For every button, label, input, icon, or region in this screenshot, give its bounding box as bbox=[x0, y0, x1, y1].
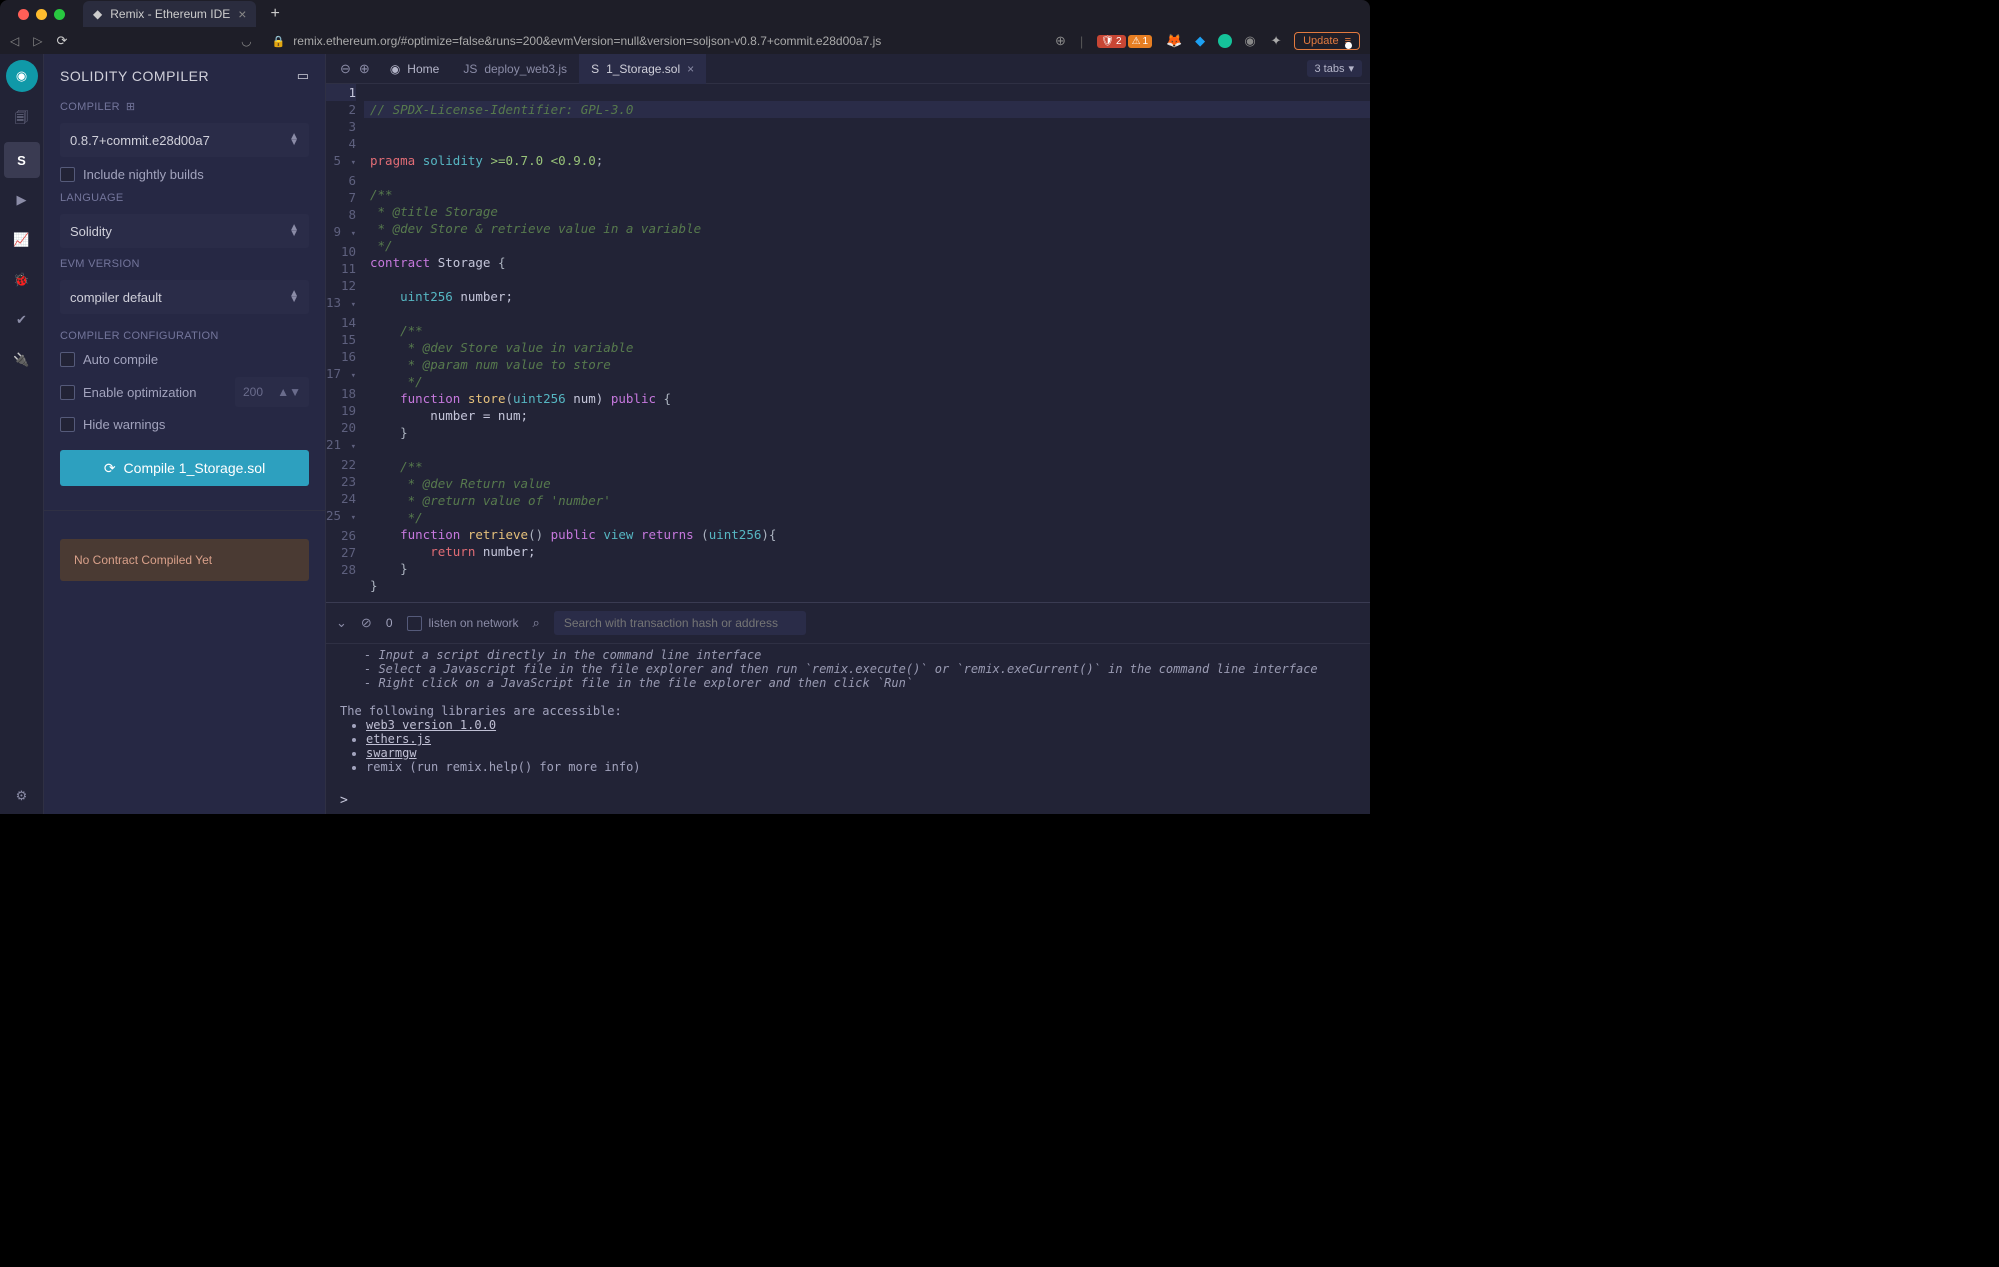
evm-label: EVM VERSION bbox=[60, 258, 309, 270]
grammarly-icon[interactable] bbox=[1218, 34, 1232, 48]
plugin-icon[interactable]: 🔌 bbox=[4, 342, 40, 378]
settings-icon[interactable]: ⚙ bbox=[4, 778, 40, 814]
terminal-toolbar: ⌄ ⊘ 0 listen on network ⌕ bbox=[326, 603, 1370, 644]
browser-tab[interactable]: ◆ Remix - Ethereum IDE × bbox=[83, 1, 256, 27]
terminal: ⌄ ⊘ 0 listen on network ⌕ - Input a scri… bbox=[326, 602, 1370, 814]
panel-title: SOLIDITY COMPILER bbox=[60, 68, 209, 84]
autocompile-checkbox[interactable]: Auto compile bbox=[60, 352, 309, 367]
editor-tabs: ⊖ ⊕ ◉ Home JS deploy_web3.js S 1_Storage… bbox=[326, 54, 1370, 84]
address-bar[interactable]: ◡ 🔒 remix.ethereum.org/#optimize=false&r… bbox=[81, 34, 1041, 48]
language-label: LANGUAGE bbox=[60, 192, 309, 204]
close-window[interactable] bbox=[18, 9, 29, 20]
ethers-link[interactable]: ethers.js bbox=[366, 732, 431, 746]
remix-logo[interactable]: ◉ bbox=[6, 60, 38, 92]
new-tab-button[interactable]: + bbox=[270, 5, 279, 23]
maximize-window[interactable] bbox=[54, 9, 65, 20]
compiler-icon[interactable]: S bbox=[4, 142, 40, 178]
config-label: COMPILER CONFIGURATION bbox=[60, 330, 309, 342]
js-icon: JS bbox=[463, 62, 477, 76]
shield-badges[interactable]: 🛡2 ⚠1 bbox=[1097, 35, 1152, 48]
lock-icon: 🔒 bbox=[272, 35, 286, 48]
terminal-search[interactable] bbox=[554, 611, 806, 635]
docs-icon[interactable]: ▭ bbox=[297, 68, 309, 84]
back-button[interactable]: ◁ bbox=[10, 34, 19, 48]
swarmgw-link[interactable]: swarmgw bbox=[366, 746, 417, 760]
refresh-icon: ⟳ bbox=[104, 460, 116, 477]
compiler-select[interactable]: 0.8.7+commit.e28d00a7 ▲▼ bbox=[60, 123, 309, 157]
address-bar-row: ◁ ▷ ⟳ ◡ 🔒 remix.ethereum.org/#optimize=f… bbox=[0, 28, 1370, 54]
tab-bar: ◆ Remix - Ethereum IDE × + bbox=[0, 0, 1370, 28]
sol-icon: S bbox=[591, 62, 599, 76]
ext-icon-2[interactable]: ◉ bbox=[1242, 33, 1258, 49]
line-gutter: 12345 ▾6789 ▾10111213 ▾14151617 ▾1819202… bbox=[326, 84, 364, 602]
storage-tab[interactable]: S 1_Storage.sol × bbox=[579, 54, 706, 84]
icon-rail: ◉ 🗐 S ▶ 📈 🐞 ✔ 🔌 ⚙ bbox=[0, 54, 44, 814]
listen-checkbox[interactable]: listen on network bbox=[407, 616, 519, 631]
web3-link[interactable]: web3 version 1.0.0 bbox=[366, 718, 496, 732]
browser-chrome: ◆ Remix - Ethereum IDE × + ◁ ▷ ⟳ ◡ 🔒 rem… bbox=[0, 0, 1370, 54]
close-tab-icon[interactable]: × bbox=[687, 62, 694, 76]
compiler-panel: SOLIDITY COMPILER ▭ COMPILER⊞ 0.8.7+comm… bbox=[44, 54, 326, 814]
home-tab[interactable]: ◉ Home bbox=[378, 54, 452, 84]
pending-count: 0 bbox=[386, 616, 393, 630]
bookmark-icon[interactable]: ◡ bbox=[241, 34, 251, 48]
tab-title: Remix - Ethereum IDE bbox=[110, 7, 230, 21]
home-icon: ◉ bbox=[390, 62, 400, 76]
collapse-icon[interactable]: ⌄ bbox=[336, 615, 347, 631]
deploy-tab[interactable]: JS deploy_web3.js bbox=[451, 54, 579, 84]
url-text: remix.ethereum.org/#optimize=false&runs=… bbox=[293, 34, 881, 48]
chevron-down-icon: ▾ bbox=[1348, 62, 1354, 75]
metamask-icon[interactable]: 🦊 bbox=[1166, 33, 1182, 49]
window-controls bbox=[10, 9, 73, 20]
ext-icon[interactable]: ◆ bbox=[1192, 33, 1208, 49]
zoom-out-icon[interactable]: ⊖ bbox=[340, 61, 351, 77]
reload-button[interactable]: ⟳ bbox=[56, 33, 67, 49]
terminal-output: - Input a script directly in the command… bbox=[326, 644, 1370, 787]
minimize-window[interactable] bbox=[36, 9, 47, 20]
optimization-checkbox[interactable]: Enable optimization 200 ▲▼ bbox=[60, 377, 309, 407]
code-content[interactable]: // SPDX-License-Identifier: GPL-3.0 prag… bbox=[364, 84, 1370, 602]
compiler-label: COMPILER⊞ bbox=[60, 100, 309, 113]
code-editor[interactable]: 12345 ▾6789 ▾10111213 ▾14151617 ▾1819202… bbox=[326, 84, 1370, 602]
analysis-icon[interactable]: 📈 bbox=[4, 222, 40, 258]
zoom-icon[interactable]: ⊕ bbox=[1055, 33, 1066, 49]
evm-select[interactable]: compiler default ▲▼ bbox=[60, 280, 309, 314]
deploy-icon[interactable]: ▶ bbox=[4, 182, 40, 218]
info-icon[interactable]: ⊞ bbox=[126, 100, 136, 113]
zoom-in-icon[interactable]: ⊕ bbox=[359, 61, 370, 77]
nightly-checkbox[interactable]: Include nightly builds bbox=[60, 167, 309, 182]
search-icon[interactable]: ⌕ bbox=[533, 615, 540, 631]
no-contract-msg: No Contract Compiled Yet bbox=[60, 539, 309, 581]
main-area: ⊖ ⊕ ◉ Home JS deploy_web3.js S 1_Storage… bbox=[326, 54, 1370, 814]
tab-favicon: ◆ bbox=[93, 7, 102, 21]
compile-button[interactable]: ⟳ Compile 1_Storage.sol bbox=[60, 450, 309, 486]
addon-indicator bbox=[1345, 42, 1352, 49]
test-icon[interactable]: ✔ bbox=[4, 302, 40, 338]
file-explorer-icon[interactable]: 🗐 bbox=[4, 102, 40, 138]
runs-input[interactable]: 200 ▲▼ bbox=[235, 377, 309, 407]
clear-icon[interactable]: ⊘ bbox=[361, 615, 372, 631]
close-tab-icon[interactable]: × bbox=[238, 6, 246, 22]
terminal-prompt[interactable]: > bbox=[326, 787, 1370, 814]
hidewarnings-checkbox[interactable]: Hide warnings bbox=[60, 417, 309, 432]
debugger-icon[interactable]: 🐞 bbox=[4, 262, 40, 298]
tabs-dropdown[interactable]: 3 tabs▾ bbox=[1307, 60, 1363, 77]
extensions-icon[interactable]: ✦ bbox=[1268, 33, 1284, 49]
remix-app: ◉ 🗐 S ▶ 📈 🐞 ✔ 🔌 ⚙ SOLIDITY COMPILER ▭ CO… bbox=[0, 54, 1370, 814]
forward-button[interactable]: ▷ bbox=[33, 34, 42, 48]
language-select[interactable]: Solidity ▲▼ bbox=[60, 214, 309, 248]
